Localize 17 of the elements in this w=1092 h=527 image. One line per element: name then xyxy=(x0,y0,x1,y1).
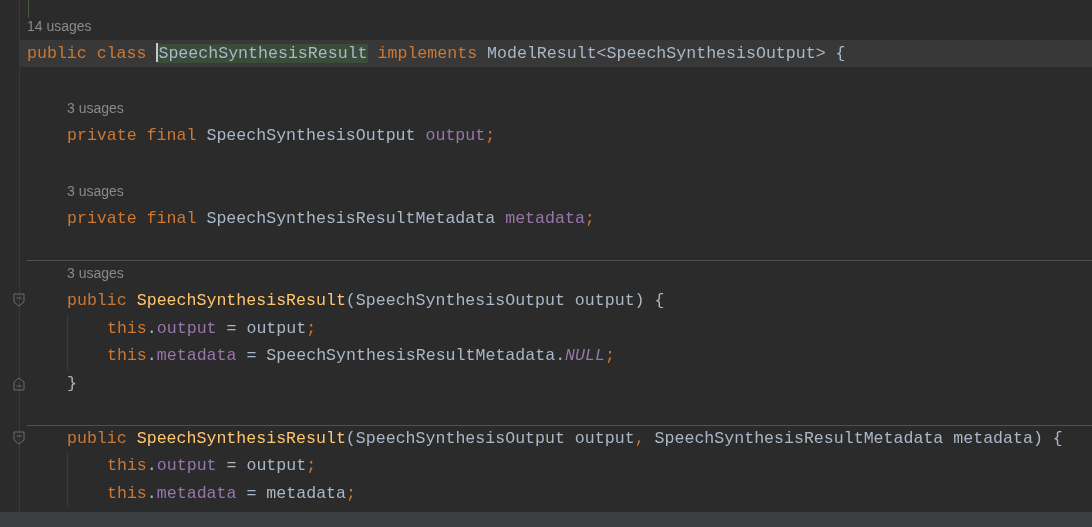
fold-icon[interactable] xyxy=(13,430,25,446)
code-line: public SpeechSynthesisResult(SpeechSynthesisOutput output) { xyxy=(67,291,665,311)
code-line: public SpeechSynthesisResult(SpeechSynthesisOutput output, SpeechSynthesisResultMetadata metadata) { xyxy=(67,428,1063,448)
usages-hint[interactable]: 3 usages xyxy=(67,182,124,199)
code-line: this.metadata = SpeechSynthesisResultMetadata.NULL; xyxy=(107,346,615,366)
code-line: private final SpeechSynthesisResultMetadata metadata; xyxy=(67,208,595,228)
fold-icon[interactable] xyxy=(13,293,25,308)
code-line: this.output = output; xyxy=(107,456,317,476)
usages-hint[interactable]: 14 usages xyxy=(27,17,92,34)
code-line: public class SpeechSynthesisResult implements ModelResult<SpeechSynthesisOutput> { xyxy=(27,43,846,64)
code-line: private final SpeechSynthesisOutput output; xyxy=(67,126,496,146)
usages-hint[interactable]: 3 usages xyxy=(67,265,124,282)
code-line: this.output = output; xyxy=(107,318,317,338)
code-line: } xyxy=(67,373,77,393)
code-line: this.metadata = metadata; xyxy=(107,483,356,503)
usages-hint[interactable]: 3 usages xyxy=(67,100,124,117)
fold-icon[interactable] xyxy=(13,375,25,391)
